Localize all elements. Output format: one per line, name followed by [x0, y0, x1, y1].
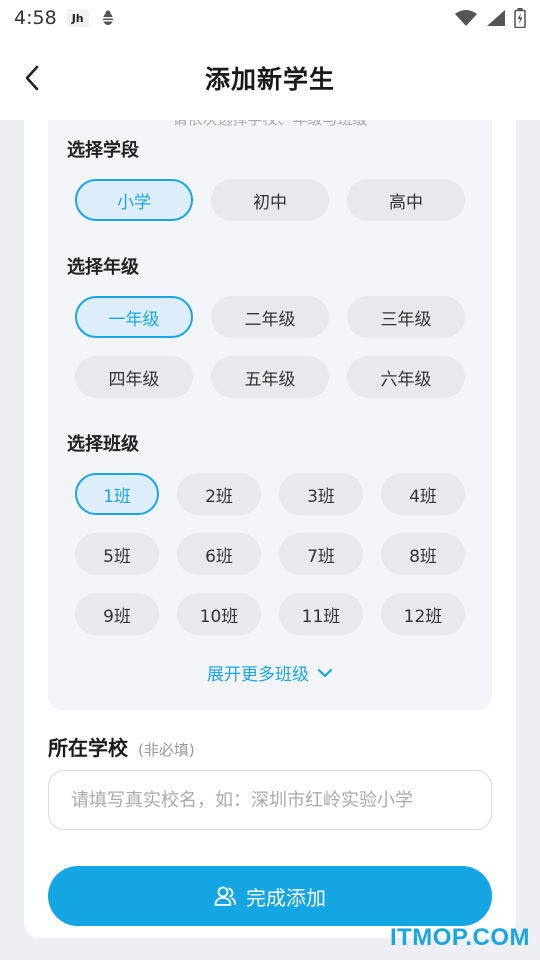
- user-add-icon: [214, 886, 236, 906]
- grade-option[interactable]: 五年级: [211, 356, 329, 398]
- selection-hint: 请依次选择学校、年级与班级: [48, 120, 492, 129]
- complete-add-label: 完成添加: [246, 885, 326, 910]
- chevron-down-icon: [317, 668, 333, 677]
- signal-icon: [487, 10, 505, 26]
- status-time: 4:58: [14, 7, 57, 29]
- battery-icon: [514, 8, 526, 28]
- app-notification-icon: Jh: [66, 9, 89, 27]
- school-name-input[interactable]: [48, 770, 492, 830]
- class-option[interactable]: 4班: [381, 473, 465, 515]
- school-title: 所在学校: [48, 736, 128, 760]
- class-option[interactable]: 3班: [279, 473, 363, 515]
- class-label: 选择班级: [67, 434, 139, 455]
- class-option[interactable]: 11班: [279, 593, 363, 635]
- stage-option[interactable]: 初中: [211, 179, 329, 221]
- nav-bar: 添加新学生: [0, 36, 540, 120]
- site-watermark: ITMOP.COM: [389, 924, 530, 951]
- grade-option[interactable]: 三年级: [347, 296, 465, 338]
- optional-note: (非必填): [138, 741, 195, 759]
- grade-label: 选择年级: [67, 257, 139, 278]
- back-button[interactable]: [14, 58, 50, 98]
- bug-icon: [99, 9, 117, 27]
- grade-option[interactable]: 四年级: [75, 356, 193, 398]
- status-indicators: [454, 8, 526, 28]
- grade-option[interactable]: 一年级: [75, 296, 193, 338]
- class-option[interactable]: 1班: [75, 473, 159, 515]
- expand-classes-label: 展开更多班级: [207, 665, 309, 685]
- class-option[interactable]: 9班: [75, 593, 159, 635]
- grade-option[interactable]: 二年级: [211, 296, 329, 338]
- class-option[interactable]: 2班: [177, 473, 261, 515]
- school-field-label: 所在学校 (非必填): [48, 732, 195, 761]
- class-option[interactable]: 6班: [177, 533, 261, 575]
- form-card: 请依次选择学校、年级与班级 选择学段 小学 初中 高中 选择年级 一年级 二年级…: [24, 120, 516, 938]
- expand-classes-button[interactable]: 展开更多班级: [48, 660, 492, 685]
- class-option[interactable]: 10班: [177, 593, 261, 635]
- page-title: 添加新学生: [204, 65, 335, 94]
- stage-label: 选择学段: [67, 140, 139, 161]
- class-option[interactable]: 5班: [75, 533, 159, 575]
- wifi-icon: [455, 10, 477, 26]
- chevron-left-icon: [25, 65, 39, 91]
- class-option[interactable]: 8班: [381, 533, 465, 575]
- class-selection-panel: 请依次选择学校、年级与班级 选择学段 小学 初中 高中 选择年级 一年级 二年级…: [48, 120, 492, 710]
- stage-option[interactable]: 小学: [75, 179, 193, 221]
- grade-option[interactable]: 六年级: [347, 356, 465, 398]
- stage-option[interactable]: 高中: [347, 179, 465, 221]
- class-option[interactable]: 7班: [279, 533, 363, 575]
- complete-add-button[interactable]: 完成添加: [48, 866, 492, 926]
- class-option[interactable]: 12班: [381, 593, 465, 635]
- status-bar: 4:58 Jh: [0, 0, 540, 36]
